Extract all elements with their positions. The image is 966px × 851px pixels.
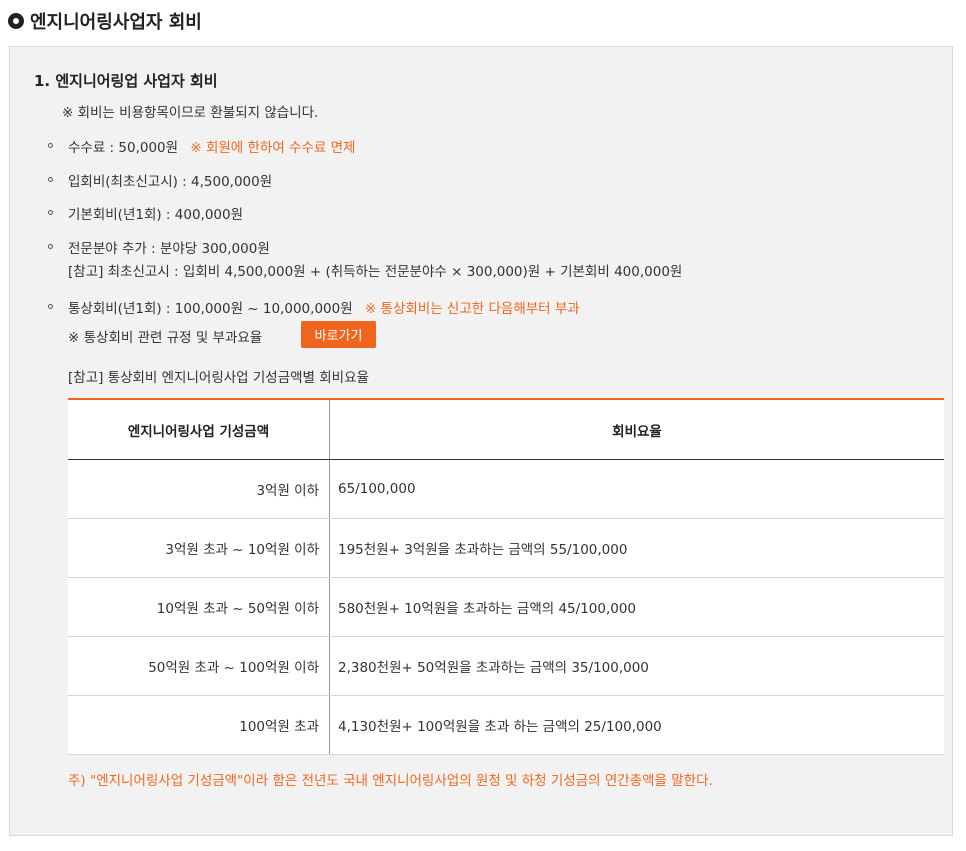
table-header-row: 엔지니어링사업 기성금액 회비요율 [68,398,944,460]
list-item: 전문분야 추가 : 분야당 300,000원 [68,241,270,257]
list-item-reference: [참고] 최초신고시 : 입회비 4,500,000원 + (취득하는 전문분야… [68,264,683,280]
column-header: 엔지니어링사업 기성금액 [68,398,330,460]
list-bullet-icon [48,244,53,249]
table-row: 3억원 이하 65/100,000 [68,459,944,519]
amount-cell: 3억원 이하 [68,459,330,519]
list-bullet-icon [48,304,53,309]
circle-bullet-icon [8,13,24,29]
go-to-regulation-button[interactable]: 바로가기 [301,321,376,348]
footnote: 주) "엔지니어링사업 기성금액"이라 함은 전년도 국내 엔지니어링사업의 원… [68,773,713,789]
column-header: 회비요율 [329,398,944,460]
page-heading: 엔지니어링사업자 회비 [8,8,202,34]
table-row: 10억원 초과 ~ 50억원 이하 580천원+ 10억원을 초과하는 금액의 … [68,577,944,637]
list-bullet-icon [48,210,53,215]
amount-cell: 10억원 초과 ~ 50억원 이하 [68,577,330,637]
list-bullet-icon [48,143,53,148]
fee-panel: 1. 엔지니어링업 사업자 회비 ※ 회비는 비용항목이므로 환불되지 않습니다… [9,46,953,836]
regulation-label: ※ 통상회비 관련 규정 및 부과요율 [68,330,263,346]
section-title: 1. 엔지니어링업 사업자 회비 [34,72,218,90]
item-text: 통상회비(년1회) : 100,000원 ~ 10,000,000원 [68,301,353,317]
list-item: 수수료 : 50,000원 ※ 회원에 한하여 수수료 면제 [68,136,355,156]
rate-cell: 2,380천원+ 50억원을 초과하는 금액의 35/100,000 [329,636,944,696]
amount-cell: 100억원 초과 [68,695,330,755]
rate-cell: 65/100,000 [329,459,944,519]
amount-cell: 50억원 초과 ~ 100억원 이하 [68,636,330,696]
item-note: ※ 통상회비는 신고한 다음해부터 부과 [364,301,580,317]
page-title: 엔지니어링사업자 회비 [30,12,202,33]
item-text: 수수료 : 50,000원 [68,140,179,156]
rate-cell: 195천원+ 3억원을 초과하는 금액의 55/100,000 [329,518,944,578]
non-refund-notice: ※ 회비는 비용항목이므로 환불되지 않습니다. [62,105,319,121]
rate-cell: 4,130천원+ 100억원을 초과 하는 금액의 25/100,000 [329,695,944,755]
table-row: 3억원 초과 ~ 10억원 이하 195천원+ 3억원을 초과하는 금액의 55… [68,518,944,578]
list-bullet-icon [48,177,53,182]
list-item: 통상회비(년1회) : 100,000원 ~ 10,000,000원 ※ 통상회… [68,297,580,317]
amount-cell: 3억원 초과 ~ 10억원 이하 [68,518,330,578]
table-caption: [참고] 통상회비 엔지니어링사업 기성금액별 회비요율 [68,370,369,386]
table-row: 50억원 초과 ~ 100억원 이하 2,380천원+ 50억원을 초과하는 금… [68,636,944,696]
table-row: 100억원 초과 4,130천원+ 100억원을 초과 하는 금액의 25/10… [68,695,944,755]
fee-rate-table: 엔지니어링사업 기성금액 회비요율 3억원 이하 65/100,000 3억원 … [68,398,944,755]
item-note: ※ 회원에 한하여 수수료 면제 [190,140,356,156]
rate-cell: 580천원+ 10억원을 초과하는 금액의 45/100,000 [329,577,944,637]
list-item: 입회비(최초신고시) : 4,500,000원 [68,174,273,190]
list-item: 기본회비(년1회) : 400,000원 [68,207,244,223]
